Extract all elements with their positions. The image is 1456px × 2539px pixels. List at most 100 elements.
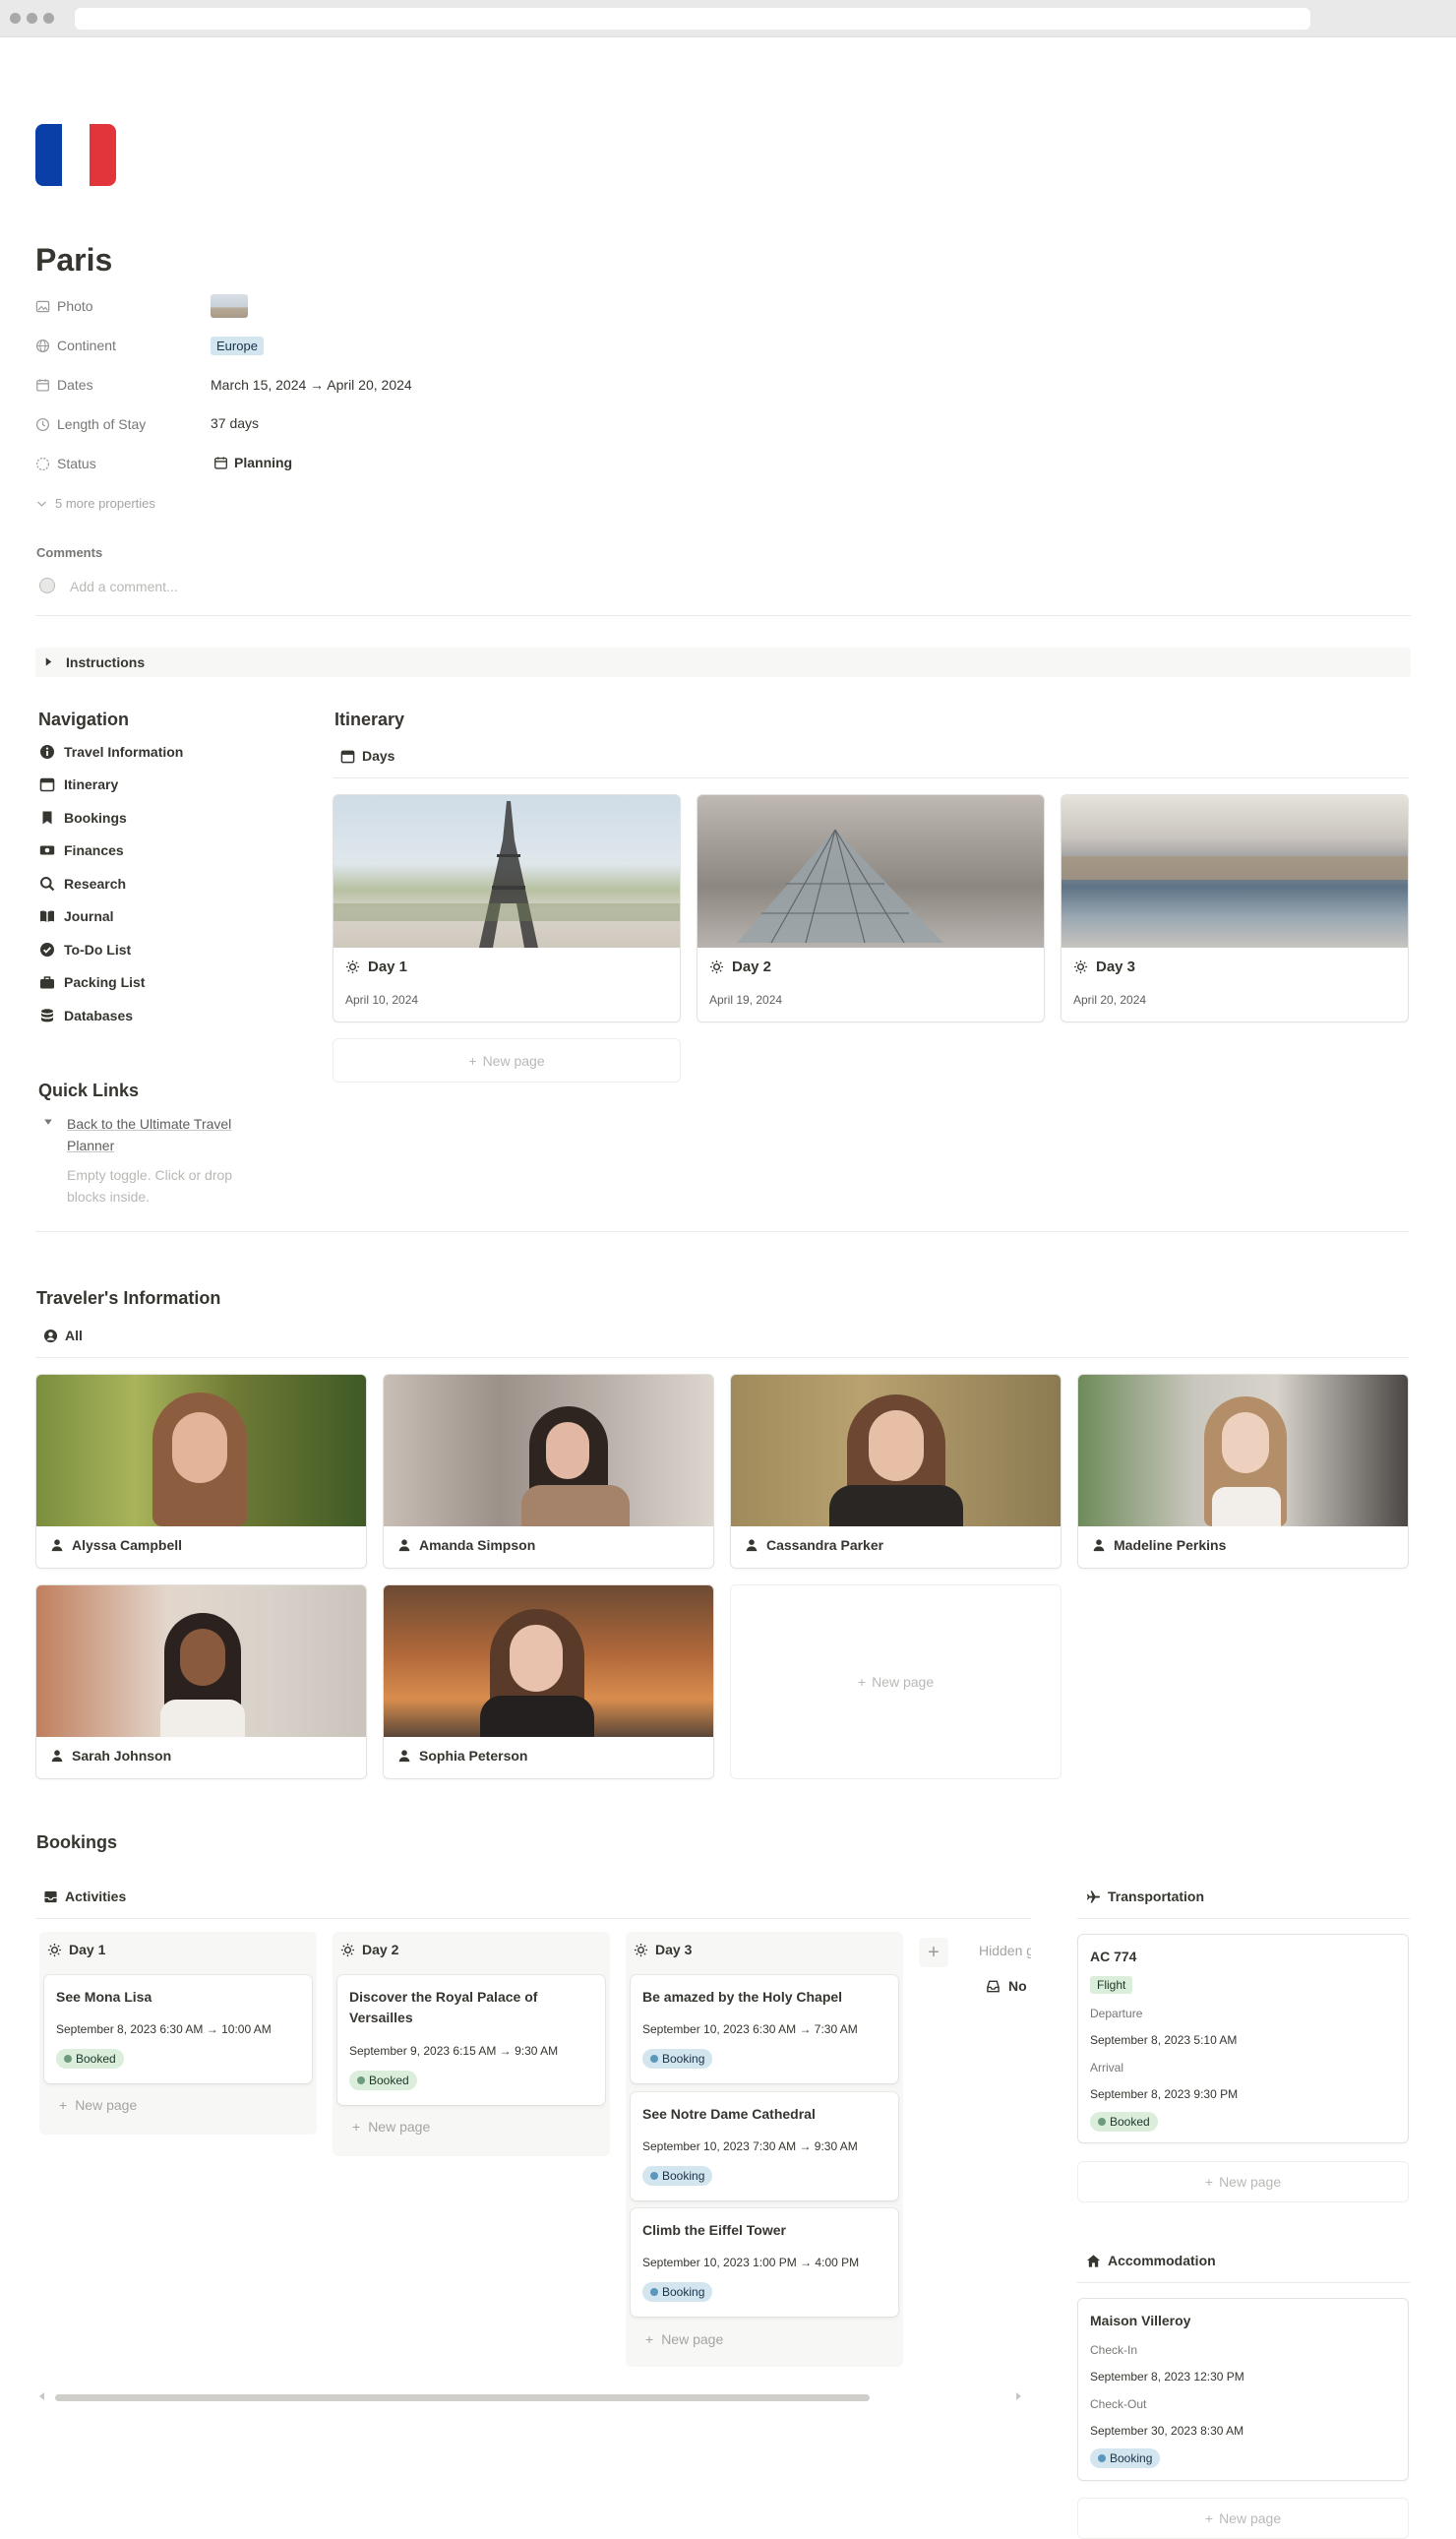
length-value[interactable]: 37 days — [211, 409, 259, 437]
traveler-new-page-button[interactable]: + New page — [730, 1584, 1062, 1779]
traveler-card[interactable]: Amanda Simpson — [383, 1374, 714, 1569]
itinerary-card-day-2[interactable]: Day 2 April 19, 2024 — [697, 794, 1045, 1022]
traveler-photo — [36, 1375, 366, 1526]
scroll-left-arrow-icon[interactable] — [37, 2391, 47, 2401]
person-icon — [1093, 1539, 1105, 1552]
dates-value[interactable]: March 15, 2024 → April 20, 2024 — [211, 371, 412, 399]
comment-input[interactable]: Add a comment... — [70, 579, 178, 594]
new-page-label: New page — [872, 1674, 935, 1690]
transport-type-tag: Flight — [1090, 1976, 1133, 1994]
activity-card[interactable]: Be amazed by the Holy Chapel September 1… — [631, 1975, 898, 2083]
activities-view-tab[interactable]: Activities — [43, 1889, 126, 1904]
checkout-value: September 30, 2023 8:30 AM — [1090, 2424, 1244, 2438]
scroll-right-arrow-icon[interactable] — [1013, 2391, 1023, 2401]
view-label: All — [65, 1328, 83, 1343]
back-to-planner-link[interactable]: Back to the Ultimate Travel Planner — [67, 1113, 231, 1156]
all-view-tab[interactable]: All — [43, 1328, 83, 1343]
window-close-dot[interactable] — [10, 13, 21, 24]
nav-item-research[interactable]: Research — [39, 873, 126, 895]
triangle-down-icon[interactable] — [43, 1117, 53, 1127]
nav-label: Finances — [64, 842, 124, 858]
activity-card[interactable]: See Mona Lisa September 8, 2023 6:30 AM … — [44, 1975, 312, 2083]
new-page-label: New page — [1219, 2174, 1282, 2190]
activity-time: September 8, 2023 6:30 AM → 10:00 AM — [56, 2022, 272, 2036]
transportation-new-page-button[interactable]: + New page — [1077, 2161, 1409, 2202]
itinerary-new-page-button[interactable]: + New page — [333, 1038, 681, 1083]
traveler-card[interactable]: Madeline Perkins — [1077, 1374, 1409, 1569]
day-label: Day 2 — [732, 959, 772, 975]
traveler-name: Cassandra Parker — [766, 1537, 884, 1553]
calendar-icon — [340, 750, 355, 763]
top — [1212, 1487, 1281, 1526]
address-bar[interactable] — [75, 8, 1310, 30]
nav-item-bookings[interactable]: Bookings — [39, 807, 127, 829]
accommodation-new-page-button[interactable]: + New page — [1077, 2498, 1409, 2539]
coat — [521, 1485, 630, 1526]
transport-name: AC 774 — [1090, 1949, 1137, 1964]
activity-card[interactable]: Discover the Royal Palace of Versailles … — [337, 1975, 605, 2105]
property-continent[interactable]: Continent — [35, 332, 116, 359]
window-minimize-dot[interactable] — [27, 13, 37, 24]
property-status[interactable]: Status — [35, 450, 96, 477]
divider — [35, 1231, 1409, 1232]
property-photo[interactable]: Photo — [35, 292, 93, 320]
horizontal-scrollbar-thumb[interactable] — [55, 2394, 870, 2401]
traveler-card[interactable]: Sophia Peterson — [383, 1584, 714, 1779]
continent-value[interactable]: Europe — [211, 332, 264, 359]
activity-title: Discover the Royal Palace of Versailles — [349, 1987, 537, 2028]
photo-thumbnail[interactable] — [211, 294, 248, 318]
board-column-day-3: Day 3 Be amazed by the Holy Chapel Septe… — [626, 1932, 903, 2367]
nav-item-itinerary[interactable]: Itinerary — [39, 774, 118, 795]
france-flag-icon[interactable] — [35, 124, 116, 186]
hint-line-1: Empty toggle. Click or drop — [67, 1167, 233, 1183]
sun-icon — [345, 960, 360, 974]
nav-item-journal[interactable]: Journal — [39, 905, 114, 927]
nav-item-travel-information[interactable]: Travel Information — [39, 741, 183, 763]
property-length[interactable]: Length of Stay — [35, 410, 146, 438]
nav-item-todo[interactable]: To-Do List — [39, 939, 131, 960]
hidden-groups-label[interactable]: Hidden g — [979, 1943, 1031, 1958]
column-new-page-button[interactable]: + New page — [352, 2119, 430, 2135]
nav-item-finances[interactable]: Finances — [39, 839, 124, 861]
check-circle-icon — [40, 943, 54, 957]
status-value[interactable]: Planning — [211, 449, 292, 476]
column-new-page-button[interactable]: + New page — [645, 2331, 723, 2347]
property-label: Continent — [57, 338, 116, 353]
calendar-icon — [39, 777, 55, 792]
column-new-page-button[interactable]: + New page — [59, 2097, 137, 2113]
hidden-group-item[interactable]: No — [986, 1978, 1031, 1994]
days-view-tab[interactable]: Days — [340, 748, 394, 764]
more-properties-label: 5 more properties — [55, 495, 155, 511]
instructions-toggle[interactable]: Instructions — [35, 648, 1411, 677]
add-group-button[interactable]: + — [919, 1938, 948, 1967]
traveler-card[interactable]: Alyssa Campbell — [35, 1374, 367, 1569]
image-icon — [35, 300, 50, 312]
empty-toggle-hint: Empty toggle. Click or drop blocks insid… — [67, 1164, 232, 1208]
column-header[interactable]: Day 2 — [340, 1942, 398, 1957]
activity-card[interactable]: Climb the Eiffel Tower September 10, 202… — [631, 2208, 898, 2317]
property-label: Dates — [57, 377, 93, 393]
accommodation-view-tab[interactable]: Accommodation — [1086, 2253, 1216, 2268]
traveler-card[interactable]: Sarah Johnson — [35, 1584, 367, 1779]
column-header[interactable]: Day 1 — [47, 1942, 105, 1957]
window-maximize-dot[interactable] — [43, 13, 54, 24]
activity-title: Be amazed by the Holy Chapel — [642, 1989, 843, 2005]
avatar — [39, 578, 55, 593]
hint-line-2: blocks inside. — [67, 1189, 151, 1205]
nav-item-databases[interactable]: Databases — [39, 1005, 133, 1026]
activity-time: September 10, 2023 7:30 AM → 9:30 AM — [642, 2139, 858, 2153]
new-page-label: New page — [482, 1052, 545, 1069]
accommodation-card[interactable]: Maison Villeroy Check-In September 8, 20… — [1077, 2298, 1409, 2481]
nav-item-packing-list[interactable]: Packing List — [39, 971, 145, 993]
checkin-label: Check-In — [1090, 2343, 1138, 2357]
page-title[interactable]: Paris — [35, 242, 112, 279]
itinerary-card-day-3[interactable]: Day 3 April 20, 2024 — [1061, 794, 1409, 1022]
itinerary-card-day-1[interactable]: Day 1 April 10, 2024 — [333, 794, 681, 1022]
property-dates[interactable]: Dates — [35, 371, 93, 399]
traveler-card[interactable]: Cassandra Parker — [730, 1374, 1062, 1569]
transportation-card[interactable]: AC 774 Flight Departure September 8, 202… — [1077, 1934, 1409, 2143]
activity-card[interactable]: See Notre Dame Cathedral September 10, 2… — [631, 2092, 898, 2200]
transportation-view-tab[interactable]: Transportation — [1086, 1889, 1204, 1904]
more-properties-toggle[interactable]: 5 more properties — [35, 489, 155, 517]
column-header[interactable]: Day 3 — [634, 1942, 692, 1957]
